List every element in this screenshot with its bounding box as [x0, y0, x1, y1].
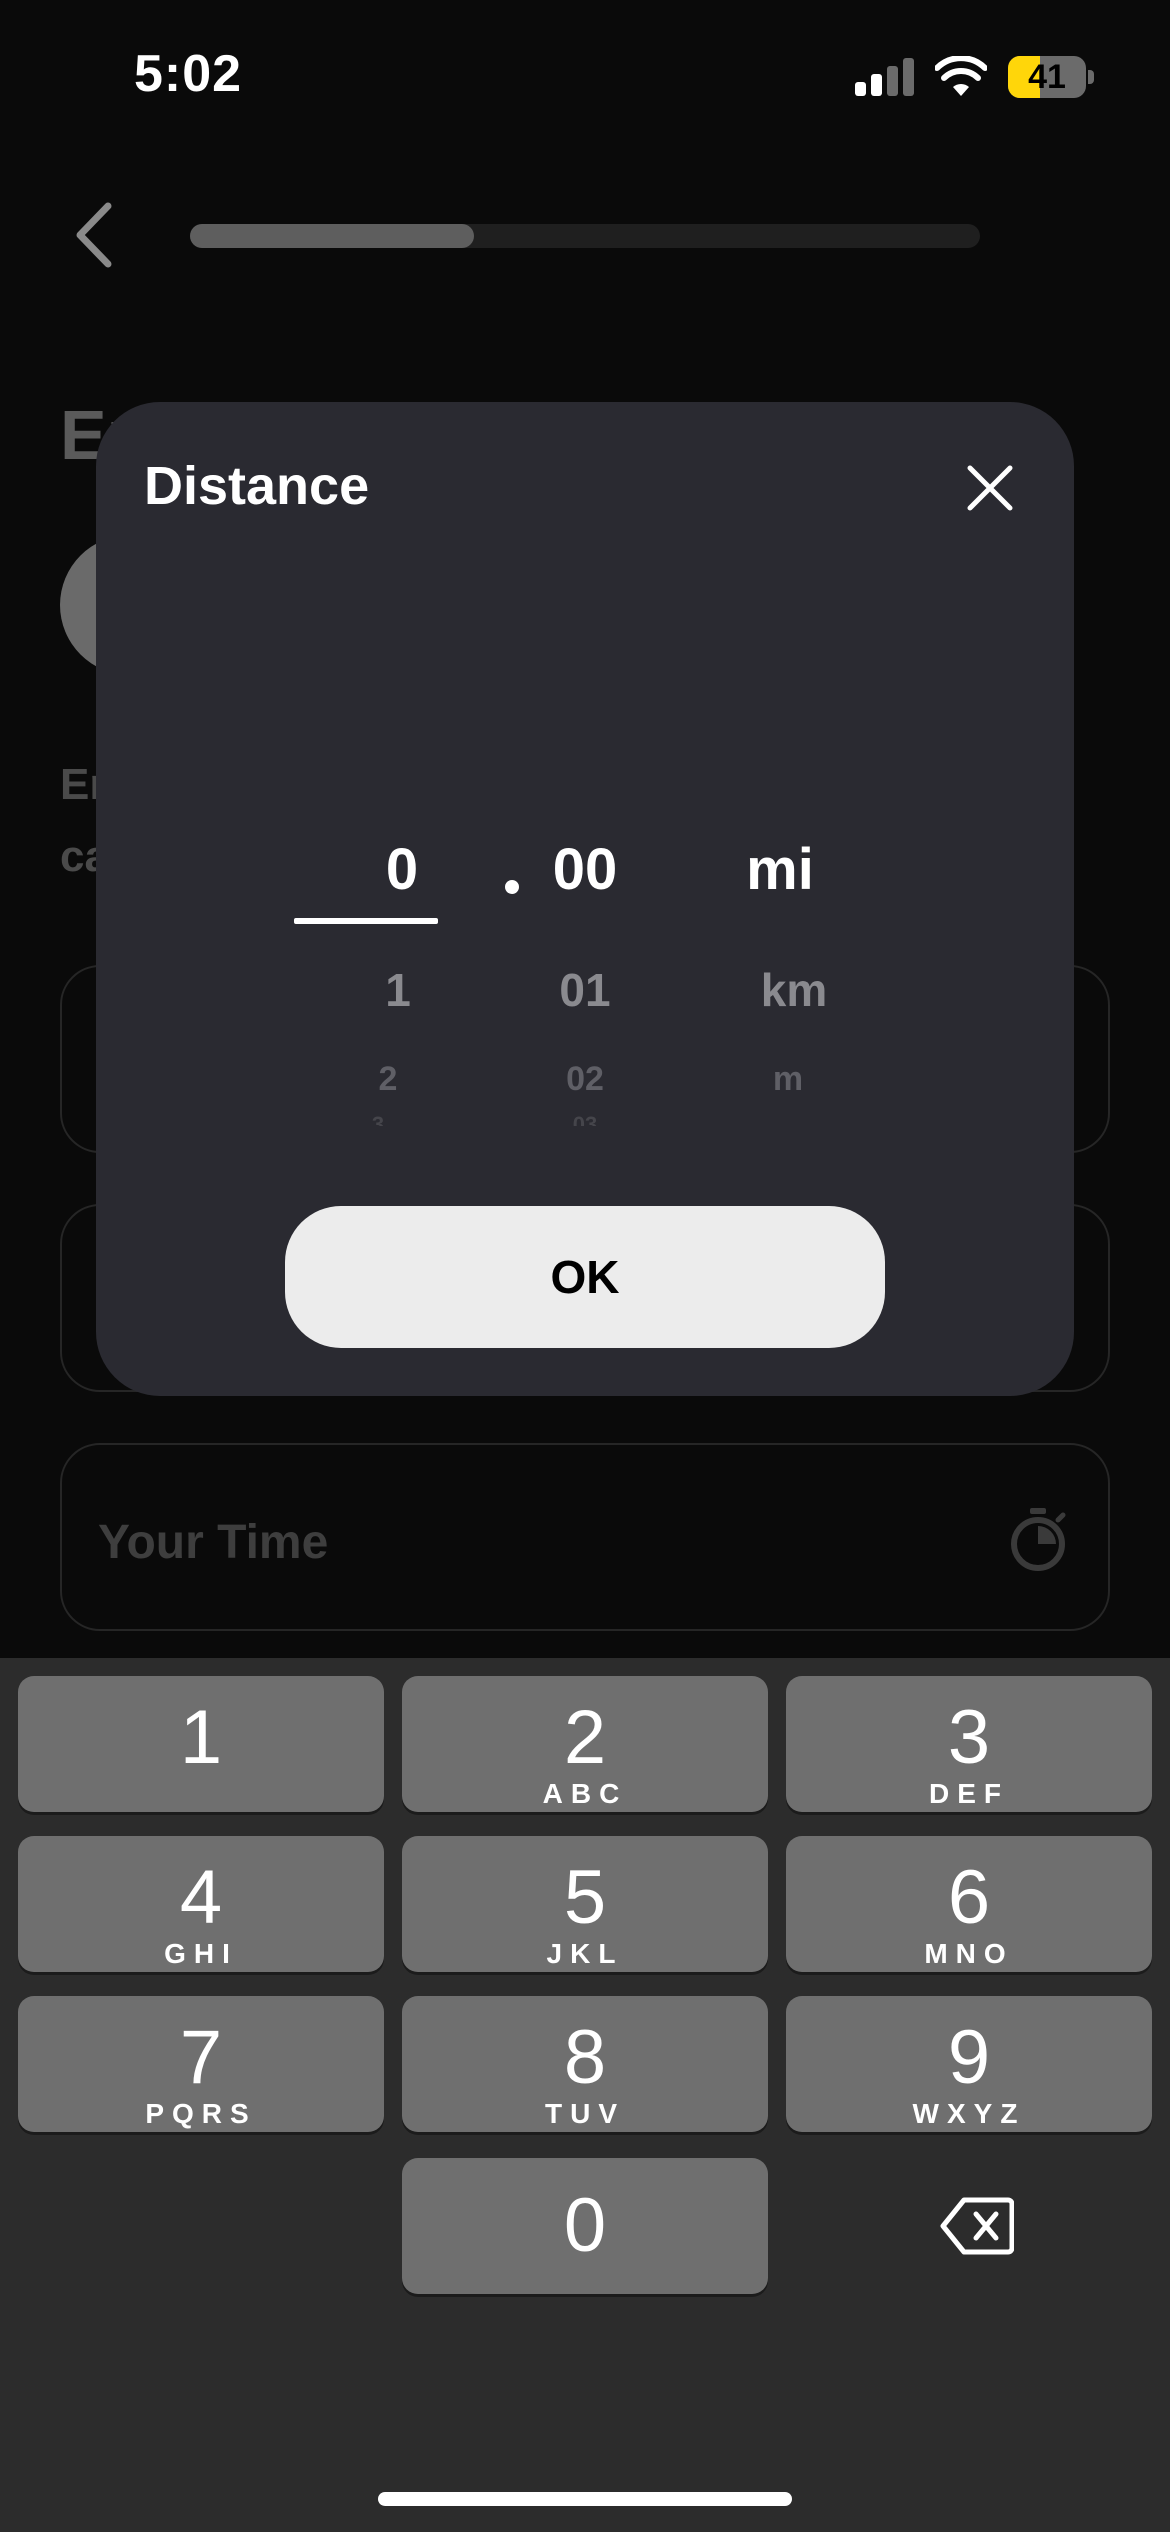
stopwatch-icon [1011, 1508, 1066, 1571]
status-time: 5:02 [134, 45, 243, 103]
key-7[interactable]: 7 PQRS [18, 1996, 384, 2132]
picker-fraction-selected[interactable]: 00 [505, 836, 665, 903]
key-8[interactable]: 8 TUV [402, 1996, 768, 2132]
progress-fill [190, 224, 474, 248]
key-digit: 3 [947, 1695, 991, 1780]
key-letters: TUV [545, 2098, 625, 2129]
key-5[interactable]: 5 JKL [402, 1836, 768, 1972]
key-digit: 1 [179, 1695, 223, 1780]
back-chevron-icon[interactable] [70, 200, 120, 270]
picker-whole-underline [294, 918, 438, 924]
key-digit: 0 [563, 2183, 607, 2268]
key-4[interactable]: 4 GHI [18, 1836, 384, 1972]
picker-whole-option[interactable]: 1 [318, 963, 478, 1017]
picker-whole-selected[interactable]: 0 [322, 836, 482, 903]
wifi-icon [935, 56, 987, 96]
key-letters: WXYZ [912, 2098, 1026, 2129]
key-6[interactable]: 6 MNO [786, 1836, 1152, 1972]
key-digit: 2 [563, 1695, 607, 1780]
key-digit: 7 [179, 2015, 223, 2100]
picker-unit-option[interactable]: km [714, 963, 874, 1017]
picker-whole-option[interactable]: 2 [308, 1060, 468, 1099]
key-3[interactable]: 3 DEF [786, 1676, 1152, 1812]
key-letters: DEF [929, 1778, 1009, 1809]
picker-fraction-option[interactable]: 02 [505, 1060, 665, 1099]
close-icon[interactable] [964, 462, 1016, 514]
key-0[interactable]: 0 [402, 2158, 768, 2294]
numeric-keypad: 1 2 ABC 3 DEF 4 GHI 5 JKL 6 MNO 7 PQRS 8… [0, 1658, 1170, 2532]
modal-title: Distance [144, 456, 370, 516]
cellular-signal-icon [855, 58, 915, 96]
your-time-placeholder: Your Time [98, 1516, 329, 1569]
key-digit: 8 [563, 2015, 607, 2100]
delete-backspace-icon[interactable] [940, 2196, 1014, 2256]
key-letters: MNO [924, 1938, 1014, 1969]
battery-level: 41 [1028, 58, 1066, 96]
picker-fraction-option[interactable]: 01 [505, 963, 665, 1017]
key-digit: 6 [947, 1855, 991, 1940]
key-letters: JKL [546, 1938, 624, 1969]
picker-fraction-option[interactable]: 03 [505, 1112, 665, 1126]
battery-cap [1088, 70, 1094, 84]
key-letters: PQRS [145, 2098, 257, 2129]
key-1[interactable]: 1 [18, 1676, 384, 1812]
key-9[interactable]: 9 WXYZ [786, 1996, 1152, 2132]
key-letters: GHI [164, 1938, 238, 1969]
key-2[interactable]: 2 ABC [402, 1676, 768, 1812]
key-digit: 5 [563, 1855, 607, 1940]
picker-unit-option[interactable]: m [708, 1060, 868, 1099]
home-indicator [378, 2492, 792, 2506]
key-letters: ABC [542, 1778, 628, 1809]
ok-button[interactable]: OK [285, 1206, 885, 1348]
picker-whole-option[interactable]: 3 [298, 1112, 458, 1126]
key-digit: 4 [179, 1855, 223, 1940]
battery-icon: 41 [1008, 56, 1086, 98]
key-digit: 9 [947, 2015, 991, 2100]
picker-unit-selected[interactable]: mi [700, 836, 860, 903]
